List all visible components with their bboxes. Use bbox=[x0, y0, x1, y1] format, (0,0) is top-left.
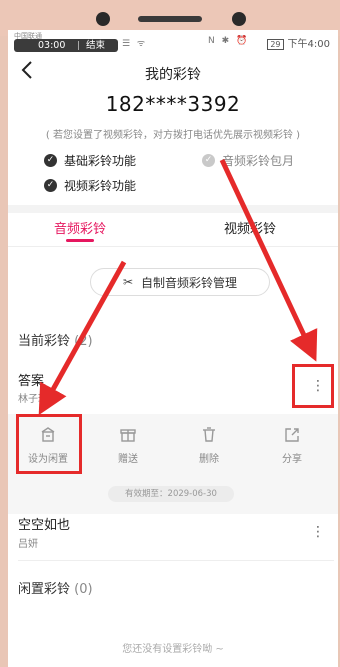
action-label: 删除 bbox=[199, 454, 219, 465]
feature-basic: ✓ 基础彩铃功能 bbox=[44, 152, 136, 169]
section-count: (2) bbox=[74, 334, 93, 349]
speaker-grille bbox=[138, 16, 202, 22]
section-title: 当前彩铃 bbox=[18, 334, 71, 349]
screen: 中国联通 03:00 结束 ☰ ᯤ N ✱ ⏰ 29 下午4:00 我的彩铃 18… bbox=[8, 30, 338, 667]
battery-icon: 29 bbox=[267, 39, 284, 50]
screen-record-pill[interactable]: 03:00 结束 bbox=[14, 39, 118, 52]
action-label: 分享 bbox=[282, 454, 302, 465]
section-divider bbox=[8, 205, 338, 213]
scissors-icon: ✂ bbox=[122, 275, 134, 289]
trash-icon bbox=[203, 427, 215, 442]
check-icon: ✓ bbox=[44, 179, 57, 192]
song-artist: 吕妍 bbox=[18, 539, 38, 550]
annotation-highlight-box bbox=[292, 364, 334, 408]
video-ringtone-note: ( 若您设置了视频彩铃，对方拨打电话优先展示视频彩铃 ) bbox=[45, 130, 301, 141]
song-title[interactable]: 空空如也 bbox=[18, 514, 70, 533]
section-title: 闲置彩铃 bbox=[18, 582, 71, 597]
feature-video: ✓ 视频彩铃功能 bbox=[44, 177, 136, 194]
tab-audio-ringtone[interactable]: 音频彩铃 bbox=[54, 218, 106, 237]
current-ringtone-heading: 当前彩铃 (2) bbox=[18, 330, 93, 349]
record-time: 03:00 bbox=[38, 40, 66, 51]
page-title: 我的彩铃 bbox=[145, 67, 201, 83]
active-tab-indicator bbox=[66, 239, 94, 242]
front-camera bbox=[232, 12, 246, 26]
record-end-button[interactable]: 结束 bbox=[86, 39, 105, 52]
empty-state-text: 您还没有设置彩铃呦 ~ bbox=[122, 644, 224, 655]
status-left-icons: ☰ ᯤ bbox=[122, 39, 148, 49]
tabs-divider bbox=[8, 246, 338, 247]
phone-number: 182****3392 bbox=[105, 92, 241, 116]
action-label: 赠送 bbox=[118, 454, 138, 465]
section-count: (0) bbox=[74, 582, 93, 597]
check-icon: ✓ bbox=[44, 154, 57, 167]
record-separator bbox=[78, 41, 79, 50]
feature-audio-monthly[interactable]: ✓ 音频彩铃包月 bbox=[202, 152, 294, 169]
status-right: 29 下午4:00 bbox=[267, 35, 330, 50]
annotation-highlight-box bbox=[16, 414, 82, 474]
more-options-icon[interactable]: ⋮ bbox=[308, 524, 328, 540]
song-title[interactable]: 答案 bbox=[18, 370, 44, 389]
gift-button[interactable]: 赠送 bbox=[98, 426, 158, 465]
check-icon: ✓ bbox=[202, 154, 215, 167]
clock: 下午4:00 bbox=[287, 39, 330, 50]
feature-label: 基础彩铃功能 bbox=[64, 154, 137, 168]
feature-label: 音频彩铃包月 bbox=[222, 154, 295, 168]
status-right-icons: N ✱ ⏰ bbox=[208, 36, 250, 46]
feature-label: 视频彩铃功能 bbox=[64, 179, 137, 193]
diy-button-label: 自制音频彩铃管理 bbox=[141, 275, 238, 290]
list-divider bbox=[18, 560, 334, 561]
valid-until-badge: 有效期至：2029-06-30 bbox=[108, 486, 234, 502]
diy-ringtone-manage-button[interactable]: ✂ 自制音频彩铃管理 bbox=[90, 268, 270, 296]
idle-ringtone-heading: 闲置彩铃 (0) bbox=[18, 578, 93, 597]
status-bar: 中国联通 03:00 结束 ☰ ᯤ N ✱ ⏰ 29 下午4:00 bbox=[8, 30, 338, 52]
gift-icon bbox=[120, 429, 136, 442]
share-button[interactable]: 分享 bbox=[262, 426, 322, 465]
song-artist: 林子琪 bbox=[18, 394, 48, 405]
delete-button[interactable]: 删除 bbox=[179, 426, 239, 465]
camera-dot bbox=[96, 12, 110, 26]
tab-video-ringtone[interactable]: 视频彩铃 bbox=[224, 218, 276, 237]
share-icon bbox=[285, 428, 299, 442]
